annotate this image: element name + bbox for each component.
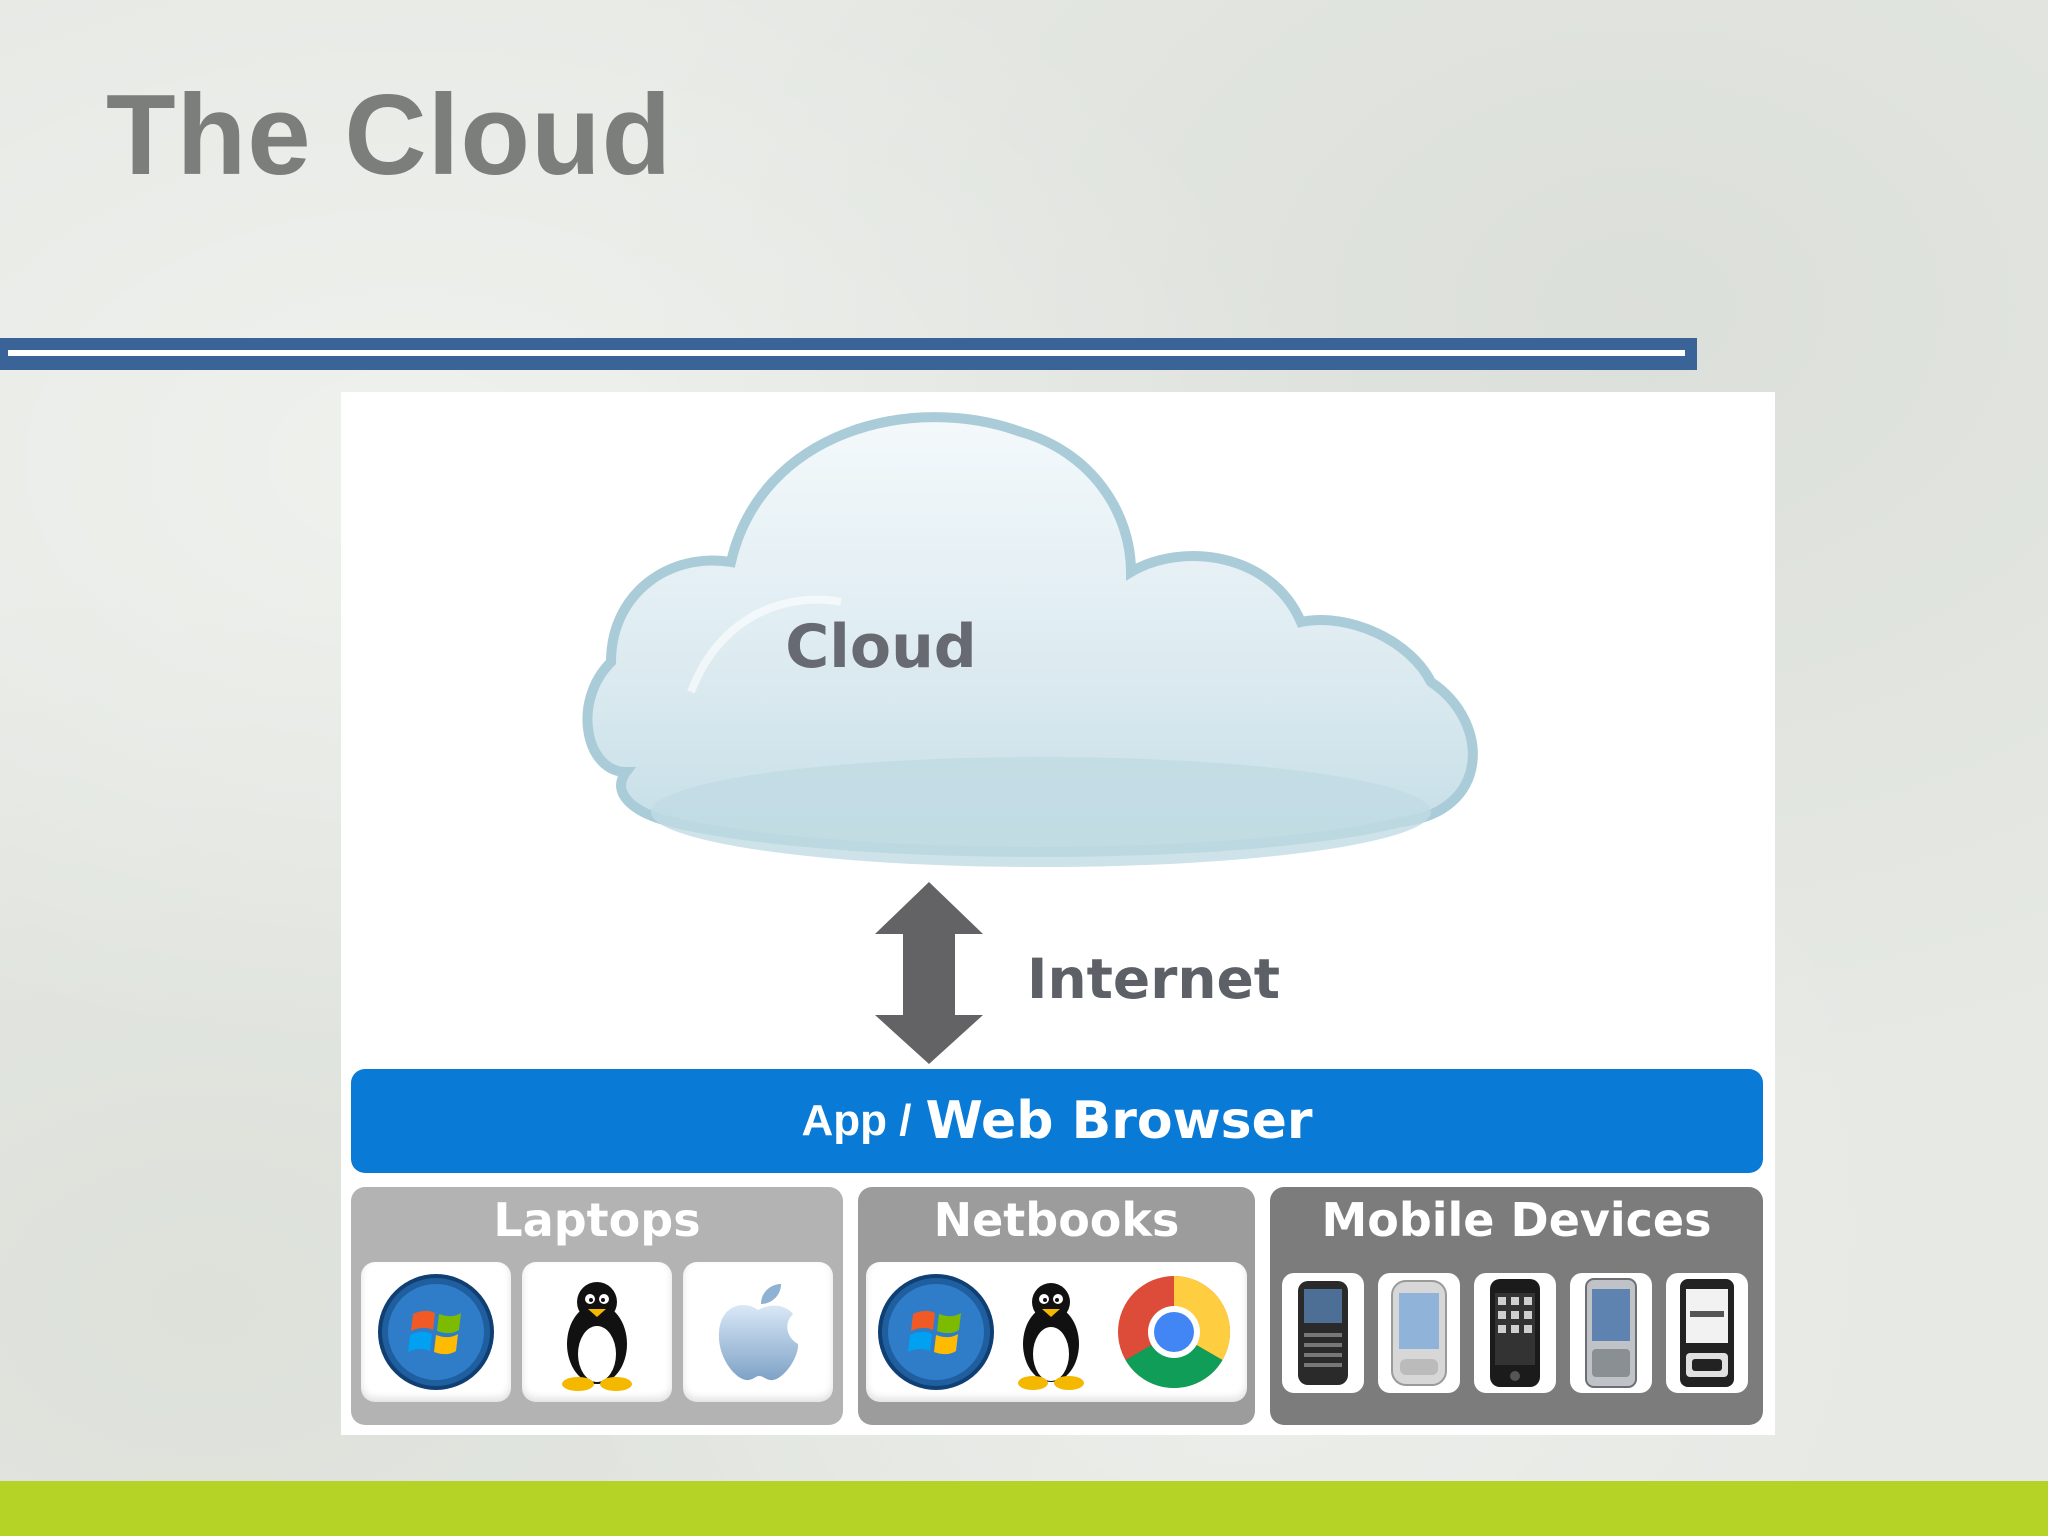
cloud-diagram: Cloud Internet App / Web Browser Laptops (341, 392, 1775, 1435)
tile-windows (361, 1262, 511, 1402)
title-rule-inner-line (8, 350, 1685, 356)
tile-linux (522, 1262, 672, 1402)
chrome-icon (1118, 1276, 1231, 1389)
blackberry-phone-icon (1298, 1281, 1348, 1385)
group-netbooks: Netbooks (858, 1187, 1255, 1425)
tile-android (1378, 1273, 1460, 1393)
symbian-phone-icon (1680, 1279, 1734, 1387)
windows-icon (378, 1274, 494, 1390)
internet-label: Internet (1027, 947, 1281, 1011)
group-laptops: Laptops (351, 1187, 843, 1425)
title-rule (0, 338, 1697, 370)
cloud-label: Cloud (785, 612, 977, 682)
internet-arrow-icon (875, 882, 983, 1064)
tile-netbook-os (866, 1262, 1247, 1402)
slide-title: The Cloud (106, 72, 673, 199)
browser-bar-prefix: App / (801, 1096, 912, 1145)
group-mobile-devices: Mobile Devices (1270, 1187, 1763, 1425)
tile-apple (683, 1262, 833, 1402)
linux-tux-icon (1018, 1283, 1084, 1390)
group-netbooks-title: Netbooks (933, 1193, 1180, 1247)
windows-icon (878, 1274, 994, 1390)
group-mobile-devices-title: Mobile Devices (1321, 1193, 1712, 1247)
windows-mobile-phone-icon (1585, 1278, 1637, 1388)
tile-symbian (1666, 1273, 1748, 1393)
group-laptops-title: Laptops (493, 1193, 701, 1247)
browser-bar-name: Web Browser (925, 1091, 1313, 1151)
android-phone-icon (1391, 1280, 1447, 1386)
apple-icon (718, 1284, 799, 1381)
tile-iphone (1474, 1273, 1556, 1393)
browser-bar: App / Web Browser (351, 1069, 1763, 1173)
tile-blackberry (1282, 1273, 1364, 1393)
cloud-shape (582, 412, 1478, 867)
linux-tux-icon (562, 1282, 632, 1391)
tile-windows-mobile (1570, 1273, 1652, 1393)
bottom-accent-bar (0, 1481, 2048, 1536)
iphone-icon (1490, 1279, 1540, 1387)
